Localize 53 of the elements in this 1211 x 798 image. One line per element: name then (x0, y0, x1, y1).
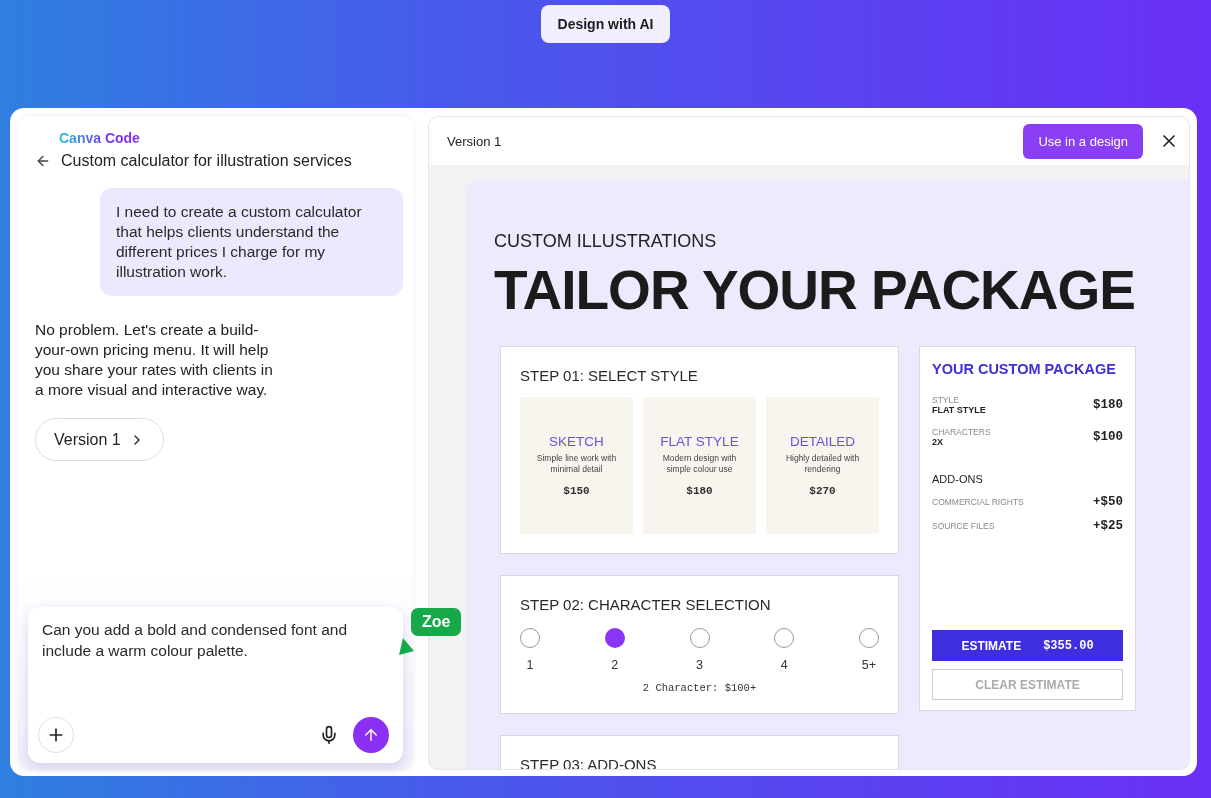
style-name: DETAILED (790, 434, 855, 449)
estimate-label: ESTIMATE (961, 638, 1022, 653)
style-price: $150 (563, 485, 590, 497)
summary-label: STYLE (932, 395, 960, 405)
character-radio[interactable]: 5+ (859, 628, 879, 672)
microphone-button[interactable] (319, 725, 339, 745)
brand-title: Canva Code (59, 130, 140, 146)
summary-title: YOUR CUSTOM PACKAGE (932, 361, 1117, 377)
step-title: STEP 01: SELECT STYLE (520, 367, 699, 384)
character-radio[interactable]: 1 (520, 628, 540, 672)
style-description: Simple line work with minimal detail (535, 453, 618, 475)
version-chip[interactable]: Version 1 (35, 418, 164, 461)
summary-label: CHARACTERS (932, 427, 991, 437)
summary-value: 2X (932, 437, 944, 447)
prompt-input[interactable]: Can you add a bold and condensed font and include a warm colour palette. (28, 607, 403, 763)
addons-title: ADD-ONS (932, 473, 984, 485)
addon-label: SOURCE FILES (932, 521, 995, 531)
estimate-value: $355.00 (1043, 638, 1094, 653)
prompt-text: Can you add a bold and condensed font and include a warm colour palette. (41, 620, 349, 661)
style-description: Highly detailed with rendering (784, 453, 861, 475)
version-label: Version 1 (447, 133, 502, 149)
style-price: $180 (686, 485, 713, 497)
assistant-message: No problem. Let's create a build-your-own pricing menu. It will help you share your rates with clients in a more visual and interactive way. (35, 320, 274, 400)
step-title: STEP 02: CHARACTER SELECTION (520, 596, 772, 613)
back-arrow-icon[interactable] (35, 153, 51, 169)
use-in-design-button[interactable]: Use in a design (1023, 123, 1143, 159)
cursor-pointer-icon (397, 637, 415, 657)
style-option[interactable]: DETAILED Highly detailed with rendering $270 (766, 397, 879, 534)
summary-value: FLAT STYLE (932, 405, 986, 415)
headline: TAILOR YOUR PACKAGE (494, 258, 1135, 322)
character-radio[interactable]: 2 (604, 628, 625, 672)
character-radio[interactable]: 3 (689, 628, 710, 672)
style-option[interactable]: FLAT STYLE Modern design with simple colour use $180 (643, 397, 756, 534)
style-price: $270 (809, 485, 836, 497)
character-price-note: 2 Character: $100+ (641, 682, 758, 694)
style-name: SKETCH (549, 434, 604, 449)
summary-price: $180 (1093, 398, 1123, 412)
eyebrow-text: CUSTOM ILLUSTRATIONS (494, 231, 718, 252)
design-with-ai-badge: Design with AI (540, 5, 671, 43)
add-button[interactable] (38, 717, 74, 753)
style-option[interactable]: SKETCH Simple line work with minimal detail $150 (520, 397, 633, 534)
style-name: FLAT STYLE (660, 434, 739, 449)
addon-price: +$25 (1093, 519, 1123, 533)
chat-title: Custom calculator for illustration services (61, 152, 352, 170)
character-radio[interactable]: 4 (774, 628, 795, 672)
send-button[interactable] (353, 717, 389, 753)
addon-label: COMMERCIAL RIGHTS (932, 497, 1024, 507)
cursor-name-tag: Zoe (411, 608, 462, 636)
style-description: Modern design with simple colour use (661, 453, 738, 475)
user-message: I need to create a custom calculator that helps clients understand the different prices I charge for my illustration work. (100, 188, 403, 296)
summary-price: $100 (1093, 430, 1123, 444)
microphone-icon (319, 725, 339, 745)
addon-price: +$50 (1093, 495, 1123, 509)
